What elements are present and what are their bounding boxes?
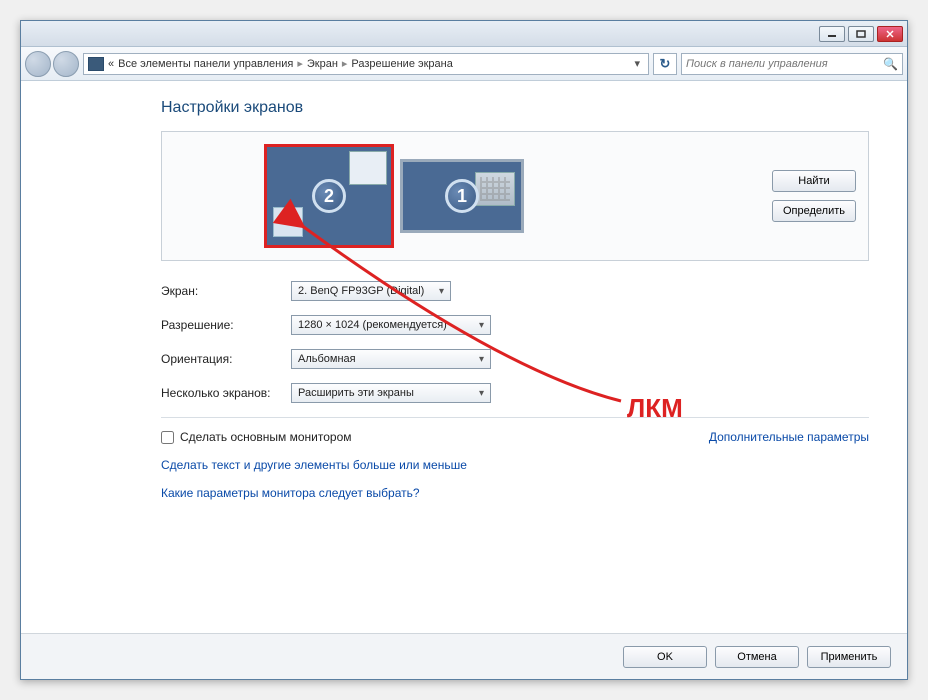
minimize-button[interactable] xyxy=(819,26,845,42)
ok-button[interactable]: OK xyxy=(623,646,707,668)
maximize-button[interactable] xyxy=(848,26,874,42)
refresh-button[interactable]: ↻ xyxy=(653,53,677,75)
detect-button[interactable]: Определить xyxy=(772,200,856,222)
primary-checkbox-label[interactable]: Сделать основным монитором xyxy=(161,430,352,444)
monitor-2-taskbar xyxy=(273,207,303,237)
back-button[interactable] xyxy=(25,51,51,77)
find-button[interactable]: Найти xyxy=(772,170,856,192)
multiple-label: Несколько экранов: xyxy=(161,386,291,400)
chevron-right-icon: ▸ xyxy=(342,57,348,70)
resolution-combo[interactable]: 1280 × 1024 (рекомендуется) xyxy=(291,315,491,335)
breadcrumb-seg-3[interactable]: Разрешение экрана xyxy=(351,58,452,70)
monitor-2-thumb xyxy=(349,151,387,185)
orientation-label: Ориентация: xyxy=(161,352,291,366)
monitor-2[interactable]: 2 xyxy=(264,144,394,248)
cancel-button[interactable]: Отмена xyxy=(715,646,799,668)
display-label: Экран: xyxy=(161,284,291,298)
breadcrumb-seg-1[interactable]: Все элементы панели управления xyxy=(118,58,293,70)
monitor-2-number: 2 xyxy=(312,179,346,213)
footer: OK Отмена Применить xyxy=(21,633,907,679)
toolbar: « Все элементы панели управления ▸ Экран… xyxy=(21,47,907,81)
monitor-1[interactable]: 1 xyxy=(400,159,524,233)
help-link[interactable]: Какие параметры монитора следует выбрать… xyxy=(161,486,869,500)
titlebar xyxy=(21,21,907,47)
orientation-combo[interactable]: Альбомная xyxy=(291,349,491,369)
address-bar[interactable]: « Все элементы панели управления ▸ Экран… xyxy=(83,53,649,75)
display-preview: 2 1 Найти Определить xyxy=(161,131,869,261)
breadcrumb-prefix: « xyxy=(108,58,114,70)
breadcrumb-seg-2[interactable]: Экран xyxy=(307,58,338,70)
divider xyxy=(161,417,869,418)
monitor-1-number: 1 xyxy=(445,179,479,213)
primary-checkbox[interactable] xyxy=(161,431,174,444)
display-combo[interactable]: 2. BenQ FP93GP (Digital) xyxy=(291,281,451,301)
textsize-link[interactable]: Сделать текст и другие элементы больше и… xyxy=(161,458,869,472)
forward-button[interactable] xyxy=(53,51,79,77)
apply-button[interactable]: Применить xyxy=(807,646,891,668)
advanced-link[interactable]: Дополнительные параметры xyxy=(709,430,869,444)
search-icon[interactable]: 🔍 xyxy=(883,57,898,71)
monitor-1-thumb xyxy=(475,172,515,206)
search-input[interactable] xyxy=(686,58,883,70)
chevron-right-icon: ▸ xyxy=(297,57,303,70)
page-title: Настройки экранов xyxy=(161,99,869,117)
resolution-label: Разрешение: xyxy=(161,318,291,332)
content-area: Настройки экранов 2 1 Найти Определить Э… xyxy=(21,81,907,633)
multiple-combo[interactable]: Расширить эти экраны xyxy=(291,383,491,403)
control-panel-icon xyxy=(88,57,104,71)
window: « Все элементы панели управления ▸ Экран… xyxy=(20,20,908,680)
close-button[interactable] xyxy=(877,26,903,42)
nav-buttons xyxy=(25,51,79,77)
search-box[interactable]: 🔍 xyxy=(681,53,903,75)
address-dropdown[interactable]: ▾ xyxy=(630,57,644,70)
